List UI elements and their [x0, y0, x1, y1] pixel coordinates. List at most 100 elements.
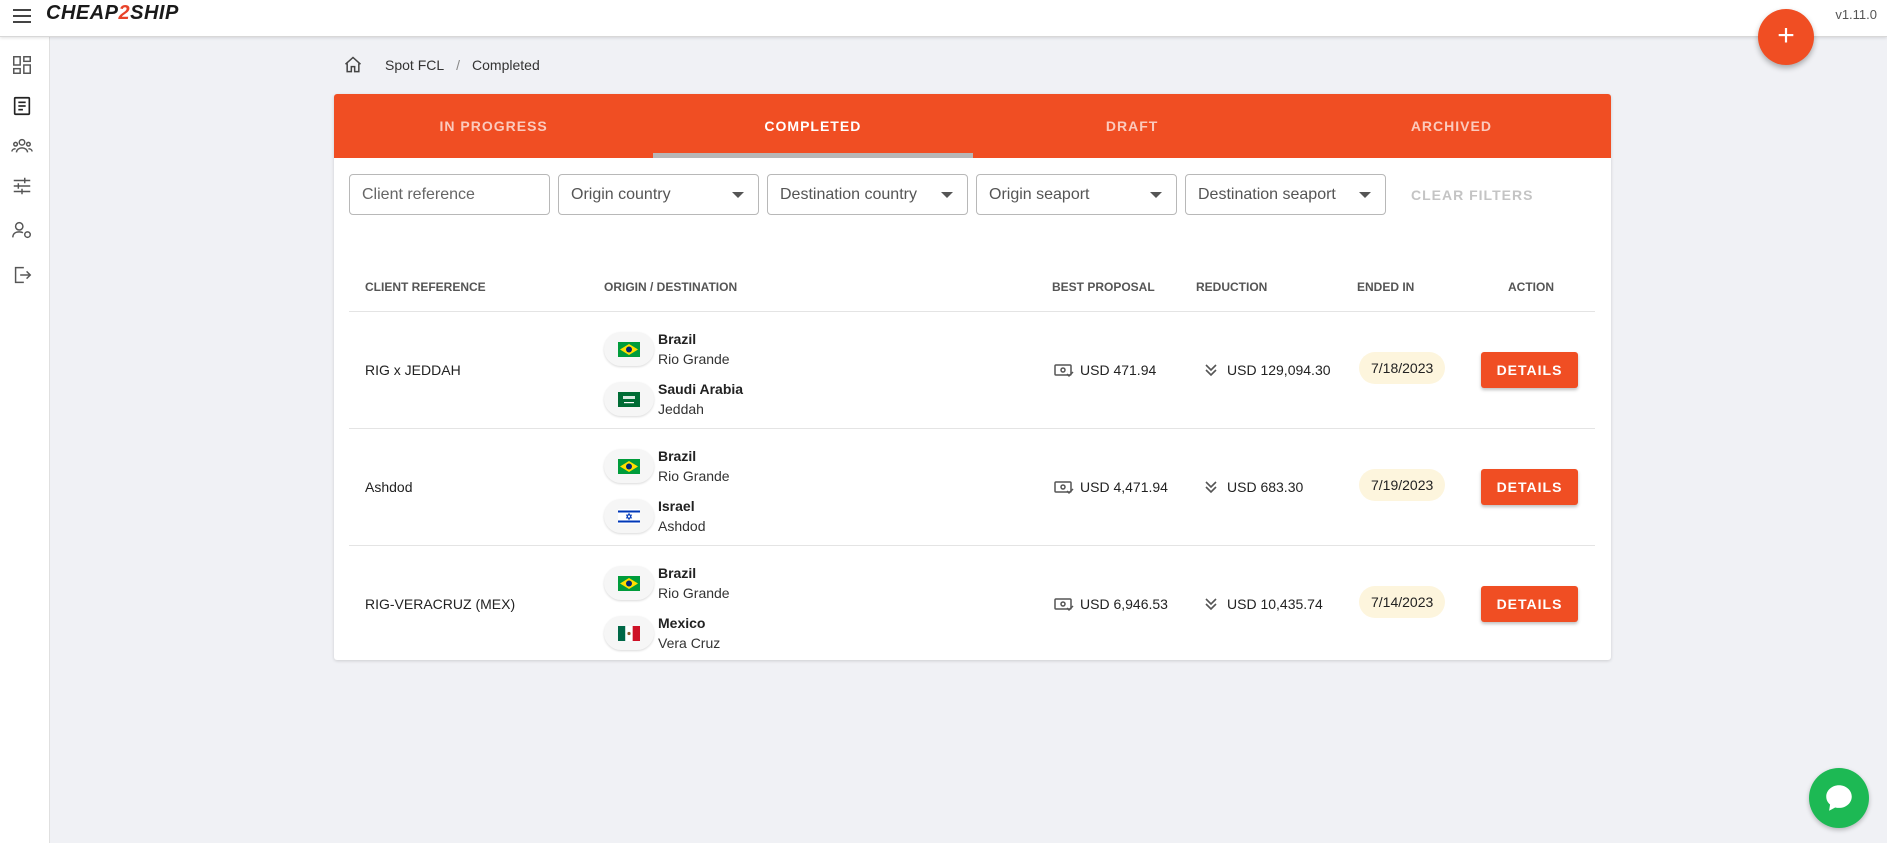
destination-country: Mexico — [658, 615, 706, 631]
origin-country-label: Origin country — [571, 185, 671, 203]
header-action: ACTION — [1508, 280, 1554, 294]
sliders-icon[interactable] — [11, 175, 33, 197]
destination-country: Israel — [658, 498, 695, 514]
caret-down-icon — [732, 192, 744, 198]
table-header: CLIENT REFERENCE ORIGIN / DESTINATION BE… — [349, 259, 1595, 312]
header-origin-destination: ORIGIN / DESTINATION — [604, 280, 738, 294]
filters-bar: Origin country Destination country Origi… — [349, 174, 1533, 215]
client-reference: RIG-VERACRUZ (MEX) — [365, 596, 516, 612]
client-reference-field — [349, 174, 550, 215]
app-logo[interactable]: CHEAP2SHIP — [46, 2, 179, 25]
origin-country: Brazil — [658, 448, 697, 464]
logo-two: 2 — [118, 2, 131, 24]
destination-seaport-select[interactable]: Destination seaport — [1185, 174, 1386, 215]
caret-down-icon — [1150, 192, 1162, 198]
hamburger-menu-icon[interactable] — [10, 5, 34, 29]
logout-icon[interactable] — [11, 264, 33, 286]
caret-down-icon — [1359, 192, 1371, 198]
client-reference: RIG x JEDDAH — [365, 362, 461, 378]
origin: Brazil Rio Grande — [604, 441, 730, 491]
header-best-proposal: BEST PROPOSAL — [1052, 280, 1155, 294]
reduction: USD 683.30 — [1201, 479, 1303, 495]
document-list-icon[interactable] — [11, 95, 33, 117]
quotes-card: IN PROGRESS COMPLETED DRAFT ARCHIVED Ori… — [334, 94, 1611, 660]
destination: Israel Ashdod — [604, 491, 730, 541]
best-proposal-value: USD 4,471.94 — [1080, 479, 1168, 495]
clear-filters-button[interactable]: CLEAR FILTERS — [1411, 187, 1533, 203]
flag-badge — [604, 616, 654, 650]
money-check-icon — [1054, 364, 1074, 378]
destination-city: Vera Cruz — [658, 635, 721, 651]
details-button[interactable]: DETAILS — [1481, 586, 1578, 622]
saudi-arabia-flag-icon — [618, 391, 640, 407]
brazil-flag-icon — [618, 575, 640, 591]
add-fab-button[interactable]: + — [1758, 9, 1814, 65]
origin-city: Rio Grande — [658, 468, 730, 484]
breadcrumb-spot-fcl[interactable]: Spot FCL — [385, 57, 444, 73]
reduction-value: USD 10,435.74 — [1227, 596, 1323, 612]
destination-city: Ashdod — [658, 518, 706, 534]
tab-archived[interactable]: ARCHIVED — [1292, 94, 1611, 158]
tab-draft[interactable]: DRAFT — [973, 94, 1292, 158]
breadcrumb-completed: Completed — [472, 57, 540, 73]
caret-down-icon — [941, 192, 953, 198]
logo-prefix: CHEAP — [46, 2, 119, 24]
double-chevron-down-icon — [1205, 364, 1217, 377]
quotes-table: CLIENT REFERENCE ORIGIN / DESTINATION BE… — [349, 259, 1595, 660]
destination: Mexico Vera Cruz — [604, 608, 730, 658]
best-proposal: USD 4,471.94 — [1054, 479, 1168, 495]
origin-country: Brazil — [658, 331, 697, 347]
destination: Saudi Arabia Jeddah — [604, 374, 743, 424]
table-row: Ashdod Brazil Rio Grande Israel Ashdod U… — [349, 429, 1595, 546]
origin-seaport-select[interactable]: Origin seaport — [976, 174, 1177, 215]
origin-destination: Brazil Rio Grande Saudi Arabia Jeddah — [604, 324, 743, 424]
reduction: USD 10,435.74 — [1201, 596, 1323, 612]
user-settings-icon[interactable] — [11, 219, 33, 241]
client-reference-input[interactable] — [362, 185, 532, 204]
top-bar: CHEAP2SHIP v1.11.0 — [0, 0, 1887, 37]
origin-city: Rio Grande — [658, 585, 730, 601]
tab-completed[interactable]: COMPLETED — [653, 94, 973, 158]
table-row: RIG-VERACRUZ (MEX) Brazil Rio Grande Mex… — [349, 546, 1595, 660]
origin-destination: Brazil Rio Grande Israel Ashdod — [604, 441, 730, 541]
tab-in-progress[interactable]: IN PROGRESS — [334, 94, 653, 158]
destination-seaport-label: Destination seaport — [1198, 185, 1336, 203]
header-reduction: REDUCTION — [1196, 280, 1268, 294]
flag-badge — [604, 332, 654, 366]
origin-country-select[interactable]: Origin country — [558, 174, 759, 215]
app-version: v1.11.0 — [1835, 7, 1877, 22]
origin-destination: Brazil Rio Grande Mexico Vera Cruz — [604, 558, 730, 658]
brazil-flag-icon — [618, 341, 640, 357]
origin: Brazil Rio Grande — [604, 558, 730, 608]
ended-date-chip: 7/19/2023 — [1359, 469, 1446, 501]
reduction: USD 129,094.30 — [1201, 362, 1331, 378]
destination-country: Saudi Arabia — [658, 381, 744, 397]
logo-suffix: SHIP — [130, 2, 179, 24]
status-tabs: IN PROGRESS COMPLETED DRAFT ARCHIVED — [334, 94, 1611, 158]
table-row: RIG x JEDDAH Brazil Rio Grande Saudi Ara… — [349, 312, 1595, 429]
breadcrumb-separator: / — [456, 57, 461, 73]
reduction-value: USD 129,094.30 — [1227, 362, 1331, 378]
flag-badge — [604, 449, 654, 483]
chat-button[interactable] — [1809, 768, 1869, 828]
flag-badge — [604, 566, 654, 600]
destination-country-select[interactable]: Destination country — [767, 174, 968, 215]
flag-badge — [604, 499, 654, 533]
plus-icon: + — [1777, 19, 1795, 52]
israel-flag-icon — [618, 508, 640, 524]
header-ended-in: ENDED IN — [1357, 280, 1415, 294]
double-chevron-down-icon — [1205, 598, 1217, 611]
home-icon[interactable] — [343, 55, 363, 75]
brazil-flag-icon — [618, 458, 640, 474]
best-proposal-value: USD 471.94 — [1080, 362, 1157, 378]
reduction-value: USD 683.30 — [1227, 479, 1304, 495]
details-button[interactable]: DETAILS — [1481, 352, 1578, 388]
ended-date-chip: 7/18/2023 — [1359, 352, 1446, 384]
header-client-reference: CLIENT REFERENCE — [365, 280, 486, 294]
dashboard-icon[interactable] — [11, 54, 33, 76]
origin-city: Rio Grande — [658, 351, 730, 367]
client-reference: Ashdod — [365, 479, 413, 495]
details-button[interactable]: DETAILS — [1481, 469, 1578, 505]
users-group-icon[interactable] — [11, 135, 33, 157]
flag-badge — [604, 382, 654, 416]
